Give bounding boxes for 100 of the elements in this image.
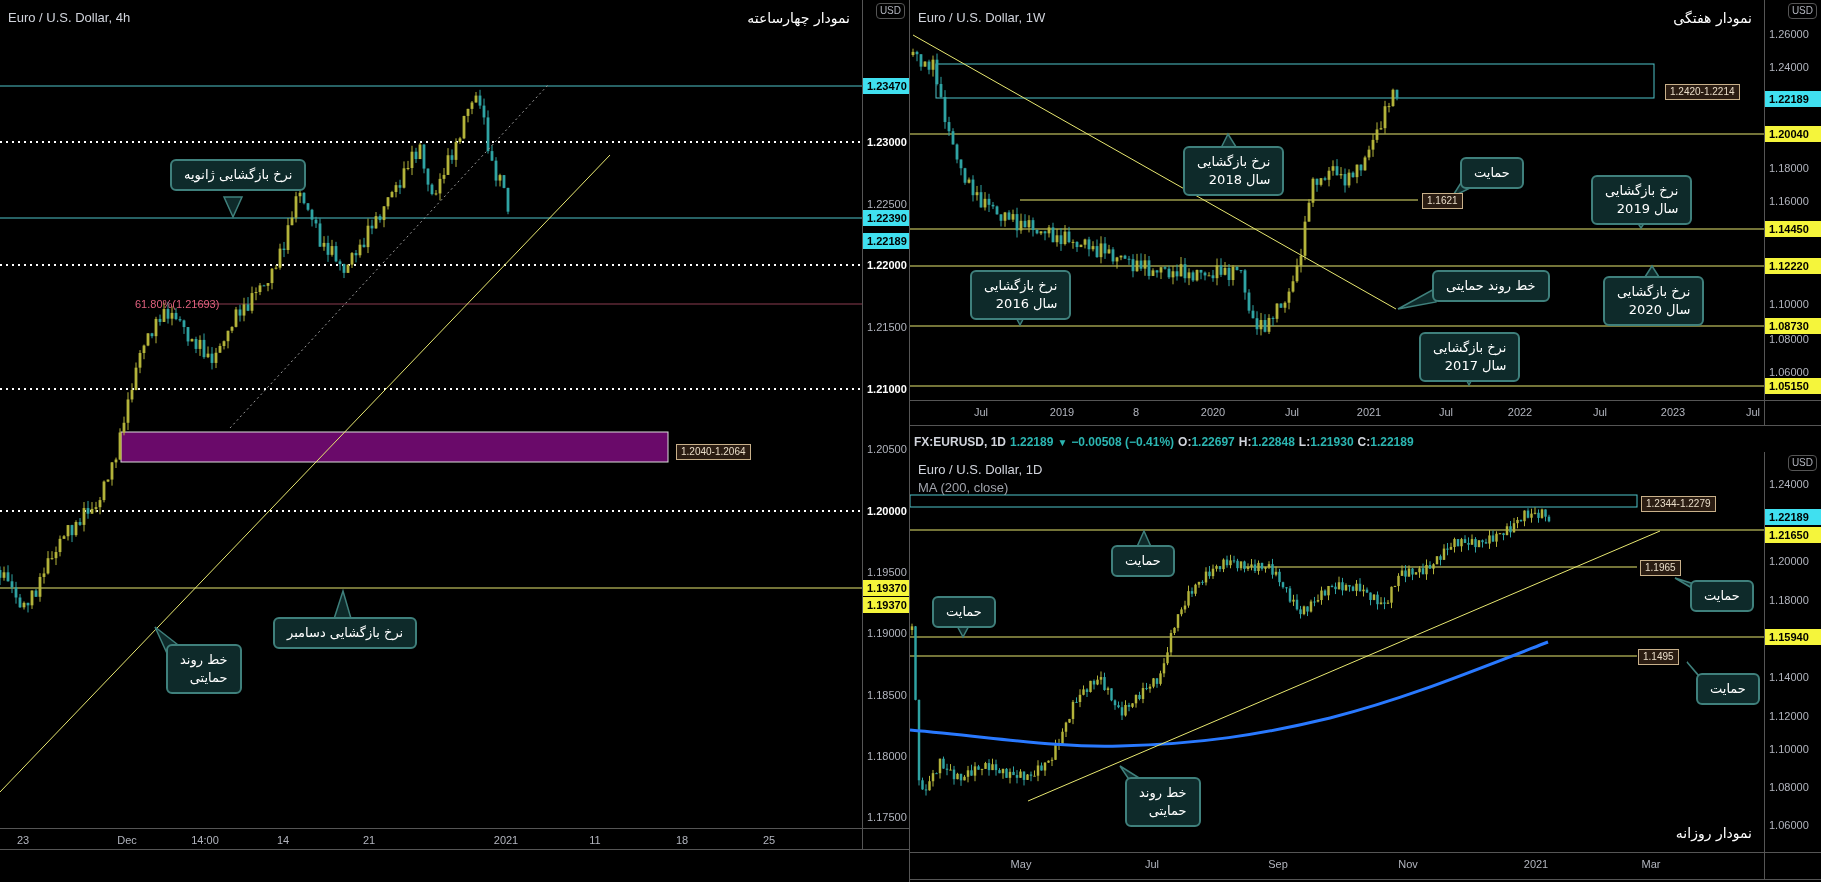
price-tick-label: 1.20500 <box>866 442 908 457</box>
time-label: 2021 <box>1356 405 1382 420</box>
price-marker: 1.21650 <box>1765 527 1821 543</box>
price-tick-label: 1.10000 <box>1768 297 1810 312</box>
price-tick-label: 1.16000 <box>1768 194 1810 209</box>
price-tick-label: 1.06000 <box>1768 818 1810 833</box>
chart-title: Euro / U.S. Dollar, 1W <box>918 9 1046 27</box>
fibonacci-label: 61.80%(1.21693) <box>135 297 220 311</box>
level-label: 1.2420-1.2214 <box>1665 84 1740 100</box>
level-label: 1.2344-1.2279 <box>1641 496 1716 512</box>
time-label: Jul <box>1438 405 1454 420</box>
price-tick-label: 1.26000 <box>1768 27 1810 42</box>
price-level-label: 1.22000 <box>866 258 908 273</box>
price-tick-label: 1.19500 <box>866 565 908 580</box>
time-label: 14:00 <box>191 833 219 848</box>
price-tick-label: 1.12000 <box>1768 709 1810 724</box>
price-tick-label: 1.10000 <box>1768 742 1810 757</box>
level-label: 1.1965 <box>1640 560 1681 576</box>
time-label: Jul <box>1144 857 1160 872</box>
time-label: 2020 <box>1200 405 1226 420</box>
time-label: 11 <box>589 833 601 848</box>
time-label: 2021 <box>1523 857 1549 872</box>
time-label: Nov <box>1398 857 1418 872</box>
time-label: Jul <box>1745 405 1761 420</box>
time-label: 23 <box>16 833 30 848</box>
price-marker: 1.22390 <box>863 210 909 226</box>
price-tick-label: 1.18000 <box>1768 161 1810 176</box>
price-tick-label: 1.14000 <box>1768 670 1810 685</box>
ohlc-key: L: <box>1298 433 1311 451</box>
level-label: 1.1495 <box>1638 649 1679 665</box>
chart-caption: نمودار روزانه <box>1675 824 1752 844</box>
time-label: Dec <box>117 833 137 848</box>
currency-badge: USD <box>1787 3 1817 19</box>
time-label: 18 <box>675 833 689 848</box>
price-level-label: 1.23000 <box>866 135 908 150</box>
currency-badge: USD <box>1787 455 1817 471</box>
price-marker: 1.12220 <box>1765 258 1821 274</box>
last-price: 1.22189 <box>1010 434 1054 451</box>
time-label: 21 <box>362 833 376 848</box>
time-label: Jul <box>973 405 989 420</box>
price-marker: 1.05150 <box>1765 378 1821 394</box>
time-label: Sep <box>1268 857 1288 872</box>
price-tick-label: 1.21500 <box>866 320 908 335</box>
change-arrow: ▼ <box>1057 435 1068 450</box>
callout: نرخ بازگشایی سال 2018 <box>1183 146 1285 196</box>
price-change: −0.00508 (−0.41%) <box>1071 434 1175 451</box>
ohlc-key: C: <box>1357 433 1371 451</box>
currency-badge: USD <box>875 3 905 19</box>
chart-title: Euro / U.S. Dollar, 1D <box>918 461 1043 479</box>
price-tick-label: 1.17500 <box>866 810 908 825</box>
price-tick-label: 1.18000 <box>1768 593 1810 608</box>
ohlc-key: H: <box>1238 433 1252 451</box>
time-label: 2023 <box>1660 405 1686 420</box>
price-marker: 1.20040 <box>1765 126 1821 142</box>
time-label: Mar <box>1641 857 1661 872</box>
time-label: May <box>1010 857 1032 872</box>
level-label: 1.1621 <box>1422 193 1463 209</box>
ohlc-value: 1.22189 <box>1370 434 1414 451</box>
price-level-label: 1.20000 <box>866 504 908 519</box>
time-label: Jul <box>1284 405 1300 420</box>
price-tick-label: 1.19000 <box>866 626 908 641</box>
callout: نرخ بازگشایی سال 2017 <box>1419 332 1521 382</box>
chart-caption: نمودار هفتگی <box>1673 9 1752 29</box>
callout: حمایت <box>1696 673 1760 705</box>
time-label: 8 <box>1132 405 1140 420</box>
price-marker: 1.19370 <box>863 597 909 613</box>
price-tick-label: 1.22500 <box>866 197 908 212</box>
price-tick-label: 1.18000 <box>866 749 908 764</box>
symbol-name: FX:EURUSD, 1D <box>914 434 1006 451</box>
price-level-label: 1.21000 <box>866 382 908 397</box>
callout: نرخ بازگشایی سال 2020 <box>1603 276 1705 326</box>
callout: نرخ بازگشایی سال 2019 <box>1591 175 1693 225</box>
price-marker: 1.22189 <box>863 233 909 249</box>
price-marker: 1.14450 <box>1765 221 1821 237</box>
price-tick-label: 1.06000 <box>1768 365 1810 380</box>
price-marker: 1.19370 <box>863 580 909 596</box>
price-tick-label: 1.24000 <box>1768 60 1810 75</box>
price-tick-label: 1.24000 <box>1768 477 1810 492</box>
callout: نرخ بازگشایی ژانویه <box>170 159 307 191</box>
time-label: Jul <box>1592 405 1608 420</box>
price-tick-label: 1.08000 <box>1768 332 1810 347</box>
price-marker: 1.15940 <box>1765 629 1821 645</box>
price-marker: 1.22189 <box>1765 509 1821 525</box>
price-marker: 1.22189 <box>1765 91 1821 107</box>
ohlc-value: 1.21930 <box>1310 434 1354 451</box>
callout: حمایت <box>1690 580 1754 612</box>
callout: خط روند حمایتی <box>166 644 242 694</box>
chart-caption: نمودار چهارساعته <box>747 9 850 29</box>
ohlc-value: 1.22697 <box>1191 434 1235 451</box>
level-label: 1.2040-1.2064 <box>676 444 751 460</box>
price-tick-label: 1.20000 <box>1768 554 1810 569</box>
time-label: 2021 <box>493 833 519 848</box>
time-label: 14 <box>276 833 290 848</box>
price-tick-label: 1.08000 <box>1768 780 1810 795</box>
indicator-label: MA (200, close) <box>918 479 1009 497</box>
time-label: 25 <box>762 833 776 848</box>
ohlc-key: O: <box>1178 433 1192 451</box>
time-label: 2019 <box>1049 405 1075 420</box>
ohlc-value: 1.22848 <box>1251 434 1295 451</box>
price-tick-label: 1.18500 <box>866 688 908 703</box>
